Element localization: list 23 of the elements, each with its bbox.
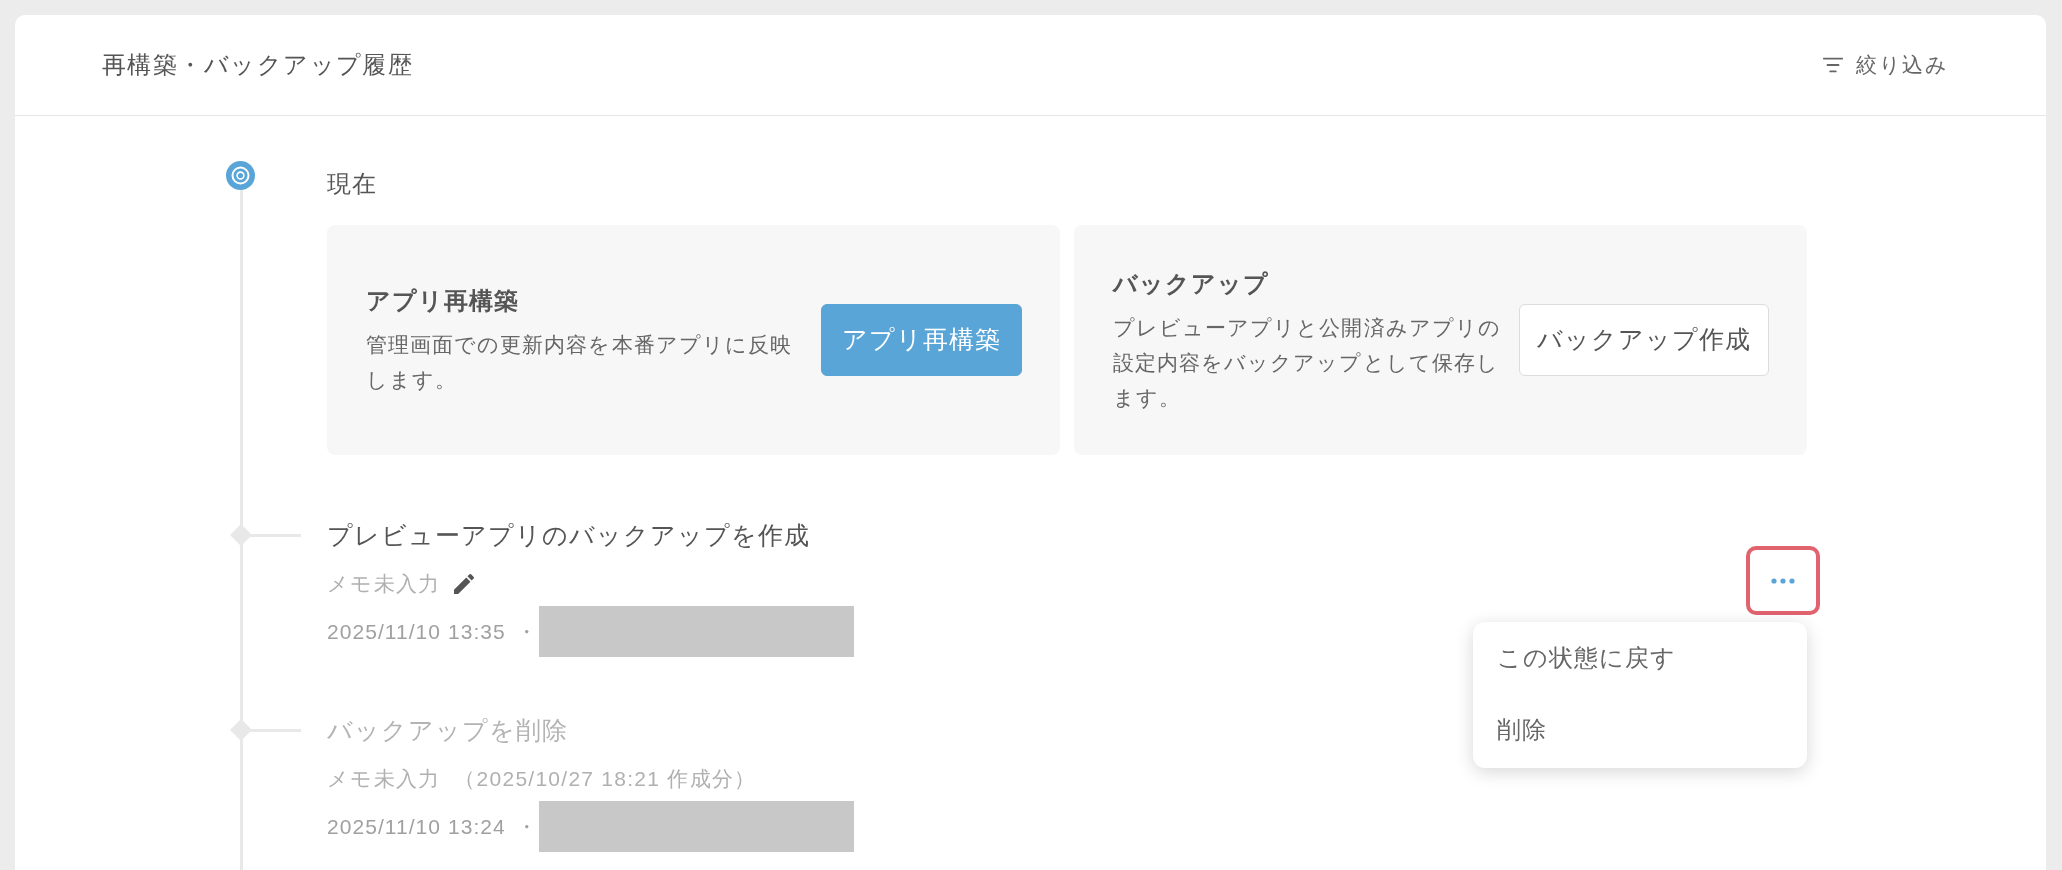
- history-title: バックアップを削除: [327, 715, 569, 746]
- card-title: アプリ再構築: [366, 286, 520, 316]
- filter-button[interactable]: 絞り込み: [1822, 49, 1948, 81]
- card-action-button[interactable]: バックアップ作成: [1519, 304, 1769, 376]
- menu-item[interactable]: この状態に戻す: [1473, 622, 1807, 694]
- separator-dot: ・: [515, 813, 538, 840]
- target-icon: [226, 161, 255, 190]
- history-title: プレビューアプリのバックアップを作成: [327, 520, 811, 551]
- timestamp: 2025/11/10 13:24: [327, 813, 506, 840]
- card-description: プレビューアプリと公開済みアプリの設定内容をバックアップとして保存します。: [1113, 314, 1502, 411]
- menu-item[interactable]: 削除: [1473, 694, 1807, 766]
- separator-dot: ・: [515, 618, 538, 645]
- timestamp: 2025/11/10 13:35: [327, 618, 506, 645]
- pencil-icon[interactable]: [454, 574, 475, 594]
- more-icon: [1771, 577, 1795, 584]
- panel-title: 再構築・バックアップ履歴: [102, 50, 414, 80]
- more-button[interactable]: [1746, 546, 1820, 615]
- memo-text: メモ未入力: [327, 571, 441, 598]
- memo-note: （2025/10/27 18:21 作成分）: [454, 766, 757, 793]
- card-description: 管理画面での更新内容を本番アプリに反映します。: [366, 332, 793, 393]
- current-label: 現在: [327, 169, 379, 199]
- card-title: バックアップ: [1113, 268, 1270, 299]
- memo-text: メモ未入力: [327, 766, 441, 793]
